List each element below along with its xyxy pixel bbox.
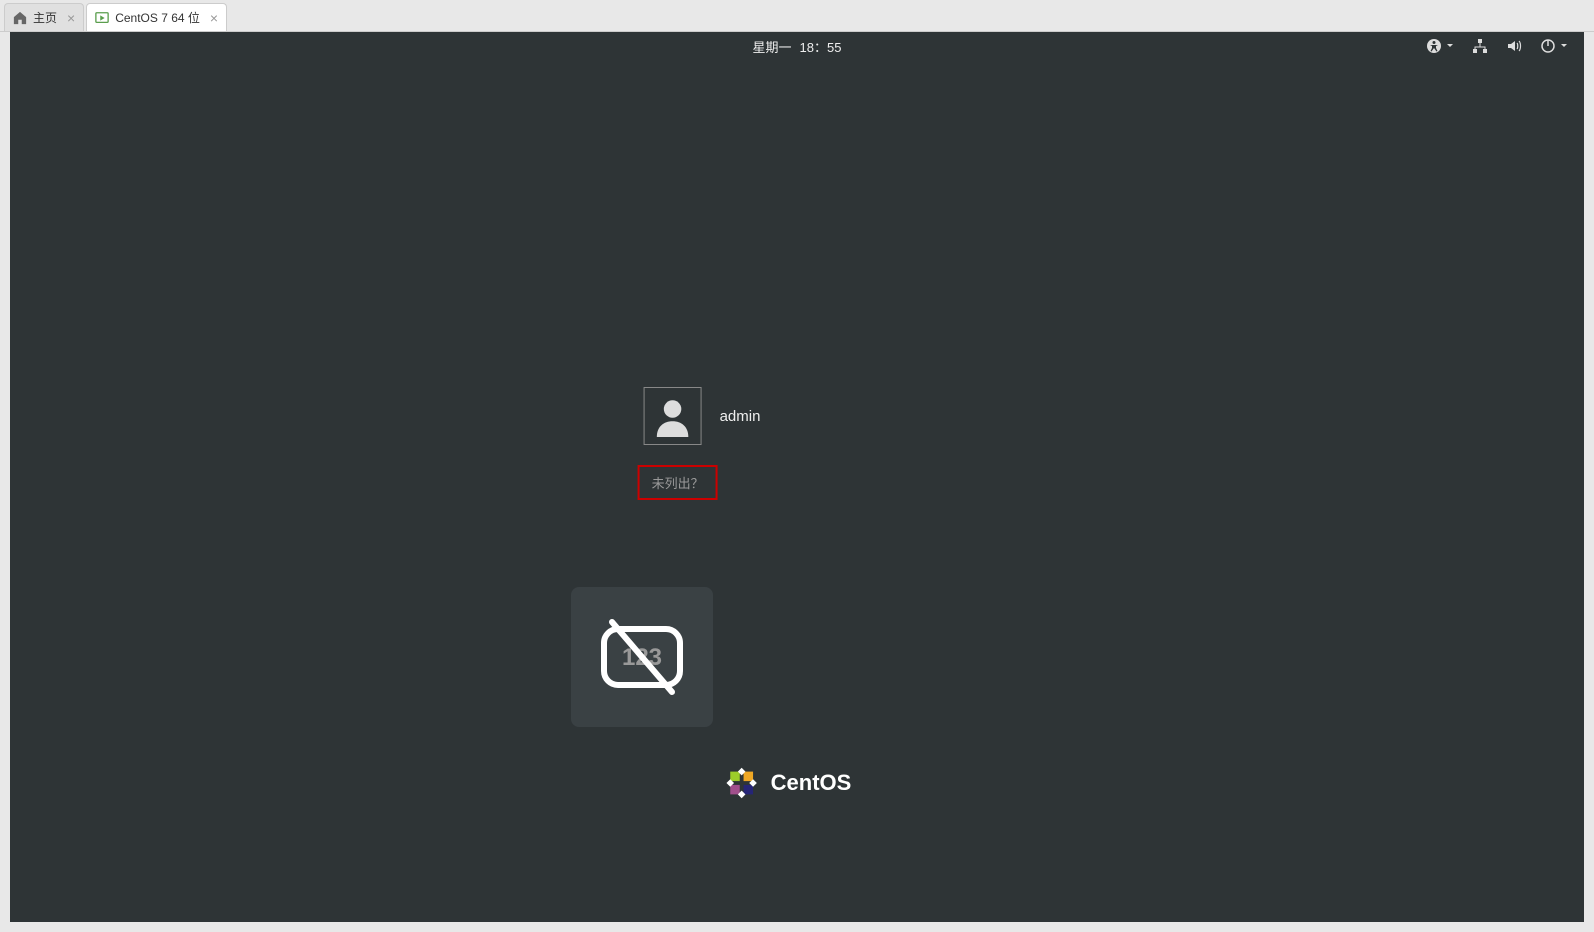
not-listed-button[interactable]: 未列出？ xyxy=(638,465,718,500)
time-label: 18：55 xyxy=(800,37,842,56)
tab-home[interactable]: 主页 × xyxy=(4,3,84,31)
keyboard-disabled-icon: 123 xyxy=(592,607,692,707)
accessibility-menu[interactable] xyxy=(1426,38,1454,54)
power-menu[interactable] xyxy=(1540,38,1568,54)
tab-centos[interactable]: CentOS 7 64 位 × xyxy=(86,3,227,31)
user-entry[interactable]: admin xyxy=(644,387,761,445)
login-area: admin 未列出？ xyxy=(644,387,761,500)
tab-bar: 主页 × CentOS 7 64 位 × xyxy=(0,0,1594,32)
centos-logo-icon xyxy=(723,764,761,802)
username-label: admin xyxy=(720,408,761,425)
vm-viewport: 星期一 18：55 xyxy=(10,32,1584,922)
close-icon[interactable]: × xyxy=(67,10,75,26)
power-icon xyxy=(1540,38,1556,54)
accessibility-icon xyxy=(1426,38,1442,54)
clock[interactable]: 星期一 18：55 xyxy=(753,37,842,56)
chevron-down-icon xyxy=(1446,42,1454,50)
tab-label: CentOS 7 64 位 xyxy=(115,9,200,26)
person-icon xyxy=(652,395,694,437)
close-icon[interactable]: × xyxy=(210,10,218,26)
tab-label: 主页 xyxy=(33,9,57,26)
centos-branding: CentOS xyxy=(723,764,852,802)
top-panel: 星期一 18：55 xyxy=(10,32,1584,60)
chevron-down-icon xyxy=(1560,42,1568,50)
volume-icon[interactable] xyxy=(1506,38,1522,54)
avatar xyxy=(644,387,702,445)
home-icon xyxy=(13,11,27,25)
osk-indicator[interactable]: 123 xyxy=(571,587,713,727)
network-icon[interactable] xyxy=(1472,38,1488,54)
centos-name: CentOS xyxy=(771,770,852,796)
day-label: 星期一 xyxy=(753,37,792,56)
vm-icon xyxy=(95,11,109,25)
system-tray xyxy=(1426,38,1568,54)
